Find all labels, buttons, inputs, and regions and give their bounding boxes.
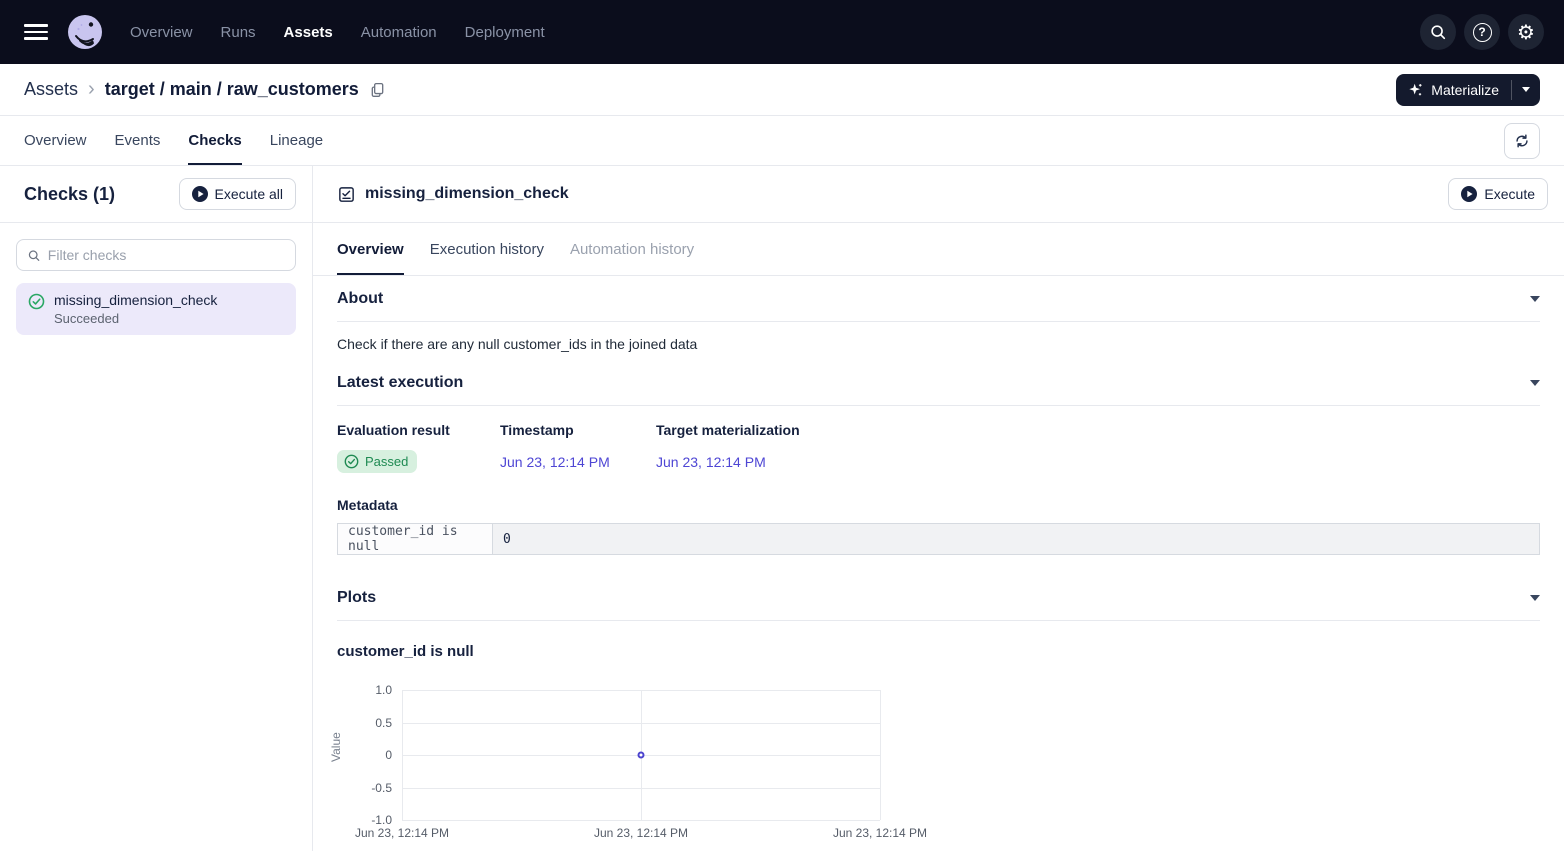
nav-item-overview[interactable]: Overview xyxy=(130,24,193,41)
y-tick: 1.0 xyxy=(375,683,392,697)
asset-check-icon xyxy=(337,185,356,204)
copy-icon[interactable] xyxy=(369,81,386,98)
materialize-dropdown-button[interactable] xyxy=(1512,74,1540,106)
metadata-title: Metadata xyxy=(337,497,1540,513)
y-axis-label: Value xyxy=(329,732,343,762)
y-axis-ticks: 1.0 0.5 0 -0.5 -1.0 xyxy=(357,690,402,820)
nav-item-runs[interactable]: Runs xyxy=(221,24,256,41)
top-navbar: Overview Runs Assets Automation Deployme… xyxy=(0,0,1564,64)
dagster-logo-icon[interactable] xyxy=(66,13,104,51)
search-icon xyxy=(1429,23,1447,41)
breadcrumb-assets-link[interactable]: Assets xyxy=(24,79,78,100)
about-section-header: About xyxy=(337,276,1540,322)
refresh-button[interactable] xyxy=(1504,123,1540,159)
plots-title: Plots xyxy=(337,589,376,607)
chevron-down-icon xyxy=(1522,87,1530,92)
latest-execution-section-header: Latest execution xyxy=(337,360,1540,406)
x-tick: Jun 23, 12:14 PM xyxy=(355,826,449,840)
tab-events[interactable]: Events xyxy=(115,116,161,165)
nav-item-automation[interactable]: Automation xyxy=(361,24,437,41)
data-point[interactable] xyxy=(638,752,645,759)
sparkle-icon xyxy=(1408,82,1424,98)
check-circle-icon xyxy=(344,454,359,469)
metadata-key: customer_id is null xyxy=(338,524,493,555)
checks-sidebar: Checks (1) Execute all xyxy=(0,166,313,851)
timestamp-link[interactable]: Jun 23, 12:14 PM xyxy=(500,454,610,470)
checks-count-title: Checks (1) xyxy=(24,184,115,205)
primary-nav: Overview Runs Assets Automation Deployme… xyxy=(130,24,545,41)
latest-execution-table: Evaluation result Timestamp Target mater… xyxy=(337,422,1540,473)
execute-label: Execute xyxy=(1484,186,1535,202)
check-subtabs: Overview Execution history Automation hi… xyxy=(313,223,1564,276)
y-tick: 0.5 xyxy=(375,716,392,730)
materialize-split-button: Materialize xyxy=(1396,74,1540,106)
tab-lineage[interactable]: Lineage xyxy=(270,116,323,165)
help-icon: ? xyxy=(1473,23,1492,42)
breadcrumb-asset-key: target / main / raw_customers xyxy=(105,79,359,100)
x-tick: Jun 23, 12:14 PM xyxy=(833,826,927,840)
play-icon xyxy=(192,186,208,202)
plot-area: Jun 23, 12:14 PM Jun 23, 12:14 PM Jun 23… xyxy=(402,690,880,820)
metadata-row: customer_id is null 0 xyxy=(338,524,1540,555)
refresh-icon xyxy=(1513,132,1531,150)
check-list-item[interactable]: missing_dimension_check Succeeded xyxy=(16,283,296,335)
check-status: Succeeded xyxy=(54,311,217,326)
plot-title: customer_id is null xyxy=(337,643,1540,660)
nav-item-deployment[interactable]: Deployment xyxy=(465,24,545,41)
y-tick: -1.0 xyxy=(371,813,392,827)
help-button[interactable]: ? xyxy=(1464,14,1500,50)
check-overview-content: About Check if there are any null custom… xyxy=(313,276,1564,851)
nav-item-assets[interactable]: Assets xyxy=(284,24,333,41)
filter-checks-box xyxy=(16,239,296,271)
value-chart: Value 1.0 0.5 0 -0.5 -1.0 xyxy=(337,690,1540,820)
collapse-chevron-icon[interactable] xyxy=(1530,595,1540,601)
execute-all-button[interactable]: Execute all xyxy=(179,178,296,210)
about-title: About xyxy=(337,290,383,308)
gear-icon: ⚙ xyxy=(1517,22,1535,42)
metadata-value: 0 xyxy=(493,524,1540,555)
check-detail-title: missing_dimension_check xyxy=(365,185,569,203)
collapse-chevron-icon[interactable] xyxy=(1530,380,1540,386)
breadcrumb-row: Assets › target / main / raw_customers M… xyxy=(0,64,1564,116)
check-circle-icon xyxy=(28,293,45,310)
execute-all-label: Execute all xyxy=(215,186,283,202)
search-icon xyxy=(27,248,41,263)
about-description: Check if there are any null customer_ids… xyxy=(337,336,1540,352)
y-tick: 0 xyxy=(385,748,392,762)
passed-badge: Passed xyxy=(337,450,417,473)
settings-button[interactable]: ⚙ xyxy=(1508,14,1544,50)
execute-button[interactable]: Execute xyxy=(1448,178,1548,210)
target-materialization-link[interactable]: Jun 23, 12:14 PM xyxy=(656,454,766,470)
plots-section-header: Plots xyxy=(337,575,1540,621)
check-name: missing_dimension_check xyxy=(54,292,217,308)
materialize-button[interactable]: Materialize xyxy=(1396,74,1511,106)
y-tick: -0.5 xyxy=(371,781,392,795)
metadata-table: customer_id is null 0 xyxy=(337,523,1540,555)
breadcrumb-chevron-icon: › xyxy=(88,78,95,101)
latest-execution-title: Latest execution xyxy=(337,374,463,392)
collapse-chevron-icon[interactable] xyxy=(1530,296,1540,302)
column-target-materialization: Target materialization xyxy=(656,422,1540,438)
hamburger-menu-icon[interactable] xyxy=(24,24,48,40)
x-tick: Jun 23, 12:14 PM xyxy=(594,826,688,840)
subtab-execution-history[interactable]: Execution history xyxy=(430,223,544,275)
tab-overview[interactable]: Overview xyxy=(24,116,87,165)
search-button[interactable] xyxy=(1420,14,1456,50)
check-detail-panel: missing_dimension_check Execute Overview… xyxy=(313,166,1564,851)
play-icon xyxy=(1461,186,1477,202)
filter-checks-input[interactable] xyxy=(48,247,285,263)
tab-checks[interactable]: Checks xyxy=(188,116,241,165)
column-evaluation-result: Evaluation result xyxy=(337,422,500,438)
passed-label: Passed xyxy=(365,454,408,469)
asset-tabs: Overview Events Checks Lineage xyxy=(0,116,1564,166)
subtab-overview[interactable]: Overview xyxy=(337,223,404,275)
materialize-label: Materialize xyxy=(1431,82,1499,98)
subtab-automation-history[interactable]: Automation history xyxy=(570,223,694,275)
column-timestamp: Timestamp xyxy=(500,422,656,438)
